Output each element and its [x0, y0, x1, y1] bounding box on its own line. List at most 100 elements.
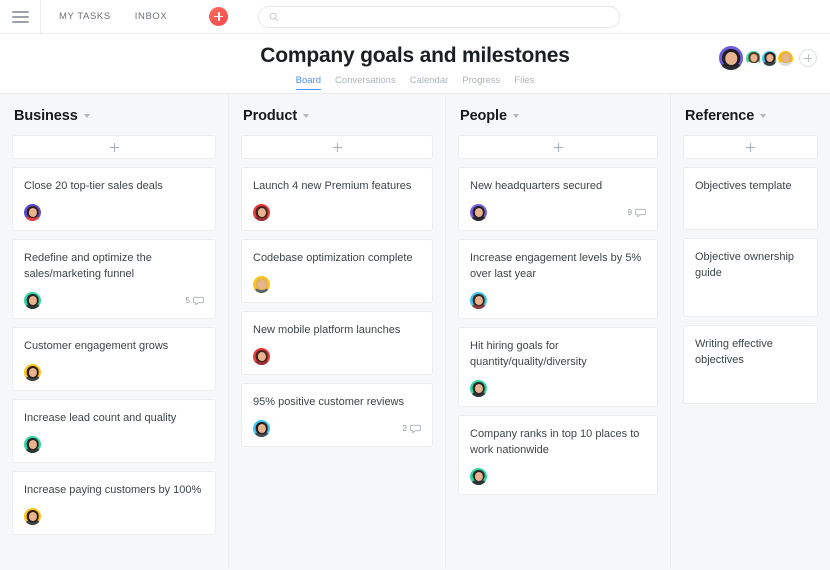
avatar-face	[253, 204, 270, 221]
card-title: Company ranks in top 10 places to work n…	[470, 427, 646, 459]
tab-calendar[interactable]: Calendar	[410, 75, 449, 90]
avatar-face	[470, 204, 487, 221]
board-card[interactable]: Close 20 top-tier sales deals	[12, 167, 216, 231]
card-footer	[253, 348, 421, 365]
nav-link-inbox[interactable]: INBOX	[135, 11, 168, 22]
comment-count[interactable]: 5	[186, 295, 204, 306]
avatar-face	[746, 51, 761, 66]
card-assignee-avatar[interactable]	[253, 420, 270, 437]
avatar[interactable]	[717, 44, 745, 72]
add-card-button[interactable]	[683, 135, 818, 159]
board-card[interactable]: Hit hiring goals for quantity/quality/di…	[458, 327, 658, 407]
board-card[interactable]: Increase paying customers by 100%	[12, 471, 216, 535]
search-input[interactable]	[286, 11, 609, 22]
top-navigation-bar: MY TASKS INBOX	[0, 0, 830, 34]
board-card[interactable]: Launch 4 new Premium features	[241, 167, 433, 231]
search-bar[interactable]	[258, 6, 620, 28]
card-assignee-avatar[interactable]	[253, 276, 270, 293]
avatar-face	[24, 508, 41, 525]
card-assignee-avatar[interactable]	[470, 204, 487, 221]
board-column-product: Product Launch 4 new Premium features Code…	[229, 94, 446, 569]
card-title: Close 20 top-tier sales deals	[24, 179, 204, 195]
board-card[interactable]: Company ranks in top 10 places to work n…	[458, 415, 658, 495]
board-card[interactable]: Objective ownership guide	[683, 238, 818, 317]
board-column-people: People New headquarters secured 9 Increase …	[446, 94, 671, 569]
card-footer	[470, 468, 646, 485]
column-header: Business	[12, 108, 216, 124]
board-column-business: Business Close 20 top-tier sales deals Red…	[0, 94, 229, 569]
comment-count[interactable]: 2	[403, 423, 421, 434]
tab-conversations[interactable]: Conversations	[335, 75, 396, 90]
board-card[interactable]: Customer engagement grows	[12, 327, 216, 391]
avatar-face	[778, 51, 793, 66]
card-footer	[24, 204, 204, 221]
project-header: Company goals and milestones Board Conve…	[0, 34, 830, 94]
card-title: Customer engagement grows	[24, 339, 204, 355]
add-card-button[interactable]	[458, 135, 658, 159]
card-footer	[24, 436, 204, 453]
avatar[interactable]	[776, 49, 795, 68]
card-assignee-avatar[interactable]	[470, 292, 487, 309]
avatar-face	[470, 468, 487, 485]
board-card[interactable]: 95% positive customer reviews2	[241, 383, 433, 447]
card-title: Increase paying customers by 100%	[24, 483, 204, 499]
avatar-face	[24, 364, 41, 381]
hamburger-menu-icon[interactable]	[0, 0, 40, 34]
board-card[interactable]: Writing effective objectives	[683, 325, 818, 404]
chevron-down-icon[interactable]	[303, 114, 309, 118]
card-assignee-avatar[interactable]	[253, 348, 270, 365]
card-assignee-avatar[interactable]	[24, 436, 41, 453]
card-footer	[695, 378, 806, 394]
card-assignee-avatar[interactable]	[470, 380, 487, 397]
card-footer	[695, 291, 806, 307]
tab-files[interactable]: Files	[514, 75, 534, 90]
quick-add-button[interactable]	[209, 7, 228, 26]
card-assignee-avatar[interactable]	[24, 204, 41, 221]
column-title: Business	[14, 108, 78, 124]
add-member-button[interactable]	[799, 49, 817, 67]
avatar-face	[470, 292, 487, 309]
card-footer: 9	[470, 204, 646, 221]
add-card-button[interactable]	[12, 135, 216, 159]
avatar-face	[24, 292, 41, 309]
comment-count-value: 5	[186, 296, 190, 305]
card-assignee-avatar[interactable]	[24, 508, 41, 525]
chevron-down-icon[interactable]	[513, 114, 519, 118]
board-card[interactable]: Codebase optimization complete	[241, 239, 433, 303]
project-tabs: Board Conversations Calendar Progress Fi…	[0, 75, 830, 90]
tab-board[interactable]: Board	[296, 75, 321, 90]
board-card[interactable]: Objectives template	[683, 167, 818, 230]
comment-count[interactable]: 9	[628, 207, 646, 218]
nav-link-my-tasks[interactable]: MY TASKS	[59, 11, 111, 22]
comment-bubble-icon	[193, 295, 204, 306]
card-assignee-avatar[interactable]	[24, 364, 41, 381]
avatar-face	[24, 436, 41, 453]
avatar-face	[719, 46, 743, 70]
avatar-face	[253, 348, 270, 365]
chevron-down-icon[interactable]	[760, 114, 766, 118]
kanban-board: Business Close 20 top-tier sales deals Red…	[0, 94, 830, 569]
column-header: Product	[241, 108, 433, 124]
card-title: Increase engagement levels by 5% over la…	[470, 251, 646, 283]
card-assignee-avatar[interactable]	[253, 204, 270, 221]
board-card[interactable]: Increase engagement levels by 5% over la…	[458, 239, 658, 319]
add-card-button[interactable]	[241, 135, 433, 159]
search-icon	[269, 12, 279, 22]
board-column-reference: Reference Objectives template Objective ow…	[671, 94, 830, 569]
board-card[interactable]: New mobile platform launches	[241, 311, 433, 375]
column-header: People	[458, 108, 658, 124]
board-card[interactable]: New headquarters secured 9	[458, 167, 658, 231]
card-assignee-avatar[interactable]	[470, 468, 487, 485]
avatar-face	[253, 420, 270, 437]
comment-bubble-icon	[635, 207, 646, 218]
tab-progress[interactable]: Progress	[462, 75, 500, 90]
comment-count-value: 2	[403, 424, 407, 433]
card-title: Objective ownership guide	[695, 250, 806, 282]
column-header: Reference	[683, 108, 818, 124]
board-card[interactable]: Redefine and optimize the sales/marketin…	[12, 239, 216, 319]
chevron-down-icon[interactable]	[84, 114, 90, 118]
card-title: Increase lead count and quality	[24, 411, 204, 427]
board-card[interactable]: Increase lead count and quality	[12, 399, 216, 463]
card-assignee-avatar[interactable]	[24, 292, 41, 309]
card-title: New headquarters secured	[470, 179, 646, 195]
